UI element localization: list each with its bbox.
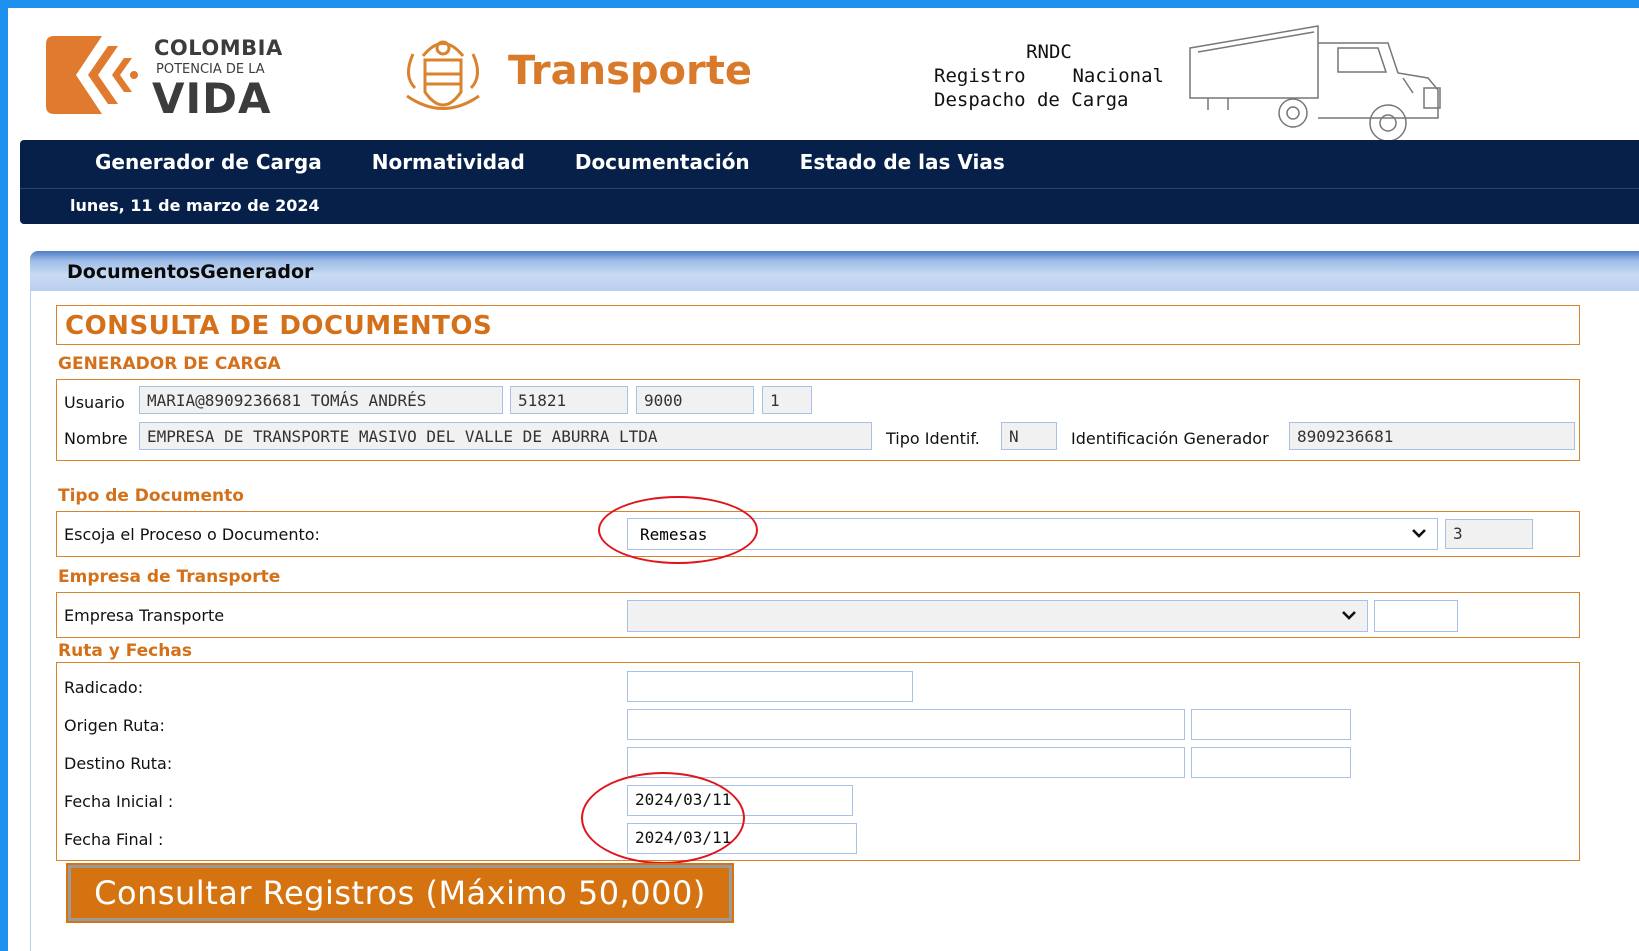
section-generador: GENERADOR DE CARGA (58, 354, 281, 374)
colombia-logo-mark-icon (46, 36, 138, 114)
section-ruta: Ruta y Fechas (58, 641, 192, 661)
nombre-label: Nombre (64, 429, 128, 448)
fecha-inicial-label: Fecha Inicial : (64, 792, 174, 811)
proceso-code-field[interactable]: 3 (1445, 519, 1533, 549)
nav-divider (20, 188, 1639, 189)
nav-item-generador[interactable]: Generador de Carga (95, 150, 322, 174)
logo-text-colombia: COLOMBIA (154, 36, 283, 60)
panel-header: DocumentosGenerador (30, 251, 1639, 291)
empresa-code-field[interactable] (1374, 600, 1458, 632)
proceso-select[interactable]: Remesas (627, 518, 1438, 550)
coat-of-arms-icon (406, 40, 480, 110)
rndc-line2: Registro Nacional (934, 64, 1164, 88)
tipo-documento-box: Escoja el Proceso o Documento: Remesas 3 (56, 511, 1580, 557)
proceso-label: Escoja el Proceso o Documento: (64, 525, 320, 544)
chevron-down-icon (1412, 529, 1426, 538)
consultar-registros-button[interactable]: Consultar Registros (Máximo 50,000) (66, 863, 734, 923)
radicado-label: Radicado: (64, 678, 144, 697)
usuario-label: Usuario (64, 393, 125, 412)
section-empresa: Empresa de Transporte (58, 567, 281, 587)
brand-transporte: Transporte (508, 48, 752, 94)
empresa-select[interactable] (627, 600, 1368, 632)
fecha-final-field[interactable]: 2024/03/11 (627, 823, 857, 854)
identificacion-label: Identificación Generador (1071, 429, 1269, 448)
proceso-selected-value: Remesas (640, 525, 708, 544)
origen-field[interactable] (627, 709, 1185, 740)
empresa-label: Empresa Transporte (64, 606, 225, 625)
nav-item-documentacion[interactable]: Documentación (575, 150, 750, 174)
page-heading: CONSULTA DE DOCUMENTOS (65, 311, 493, 341)
usuario-field-4[interactable]: 1 (762, 386, 812, 414)
origen-code-field[interactable] (1191, 709, 1351, 740)
identificacion-field[interactable]: 8909236681 (1289, 422, 1575, 450)
nav-menu: Generador de Carga Normatividad Document… (95, 150, 1005, 174)
fecha-inicial-field[interactable]: 2024/03/11 (627, 785, 853, 816)
generador-box: Usuario MARIA@8909236681 TOMÁS ANDRÉS 51… (56, 379, 1580, 461)
truck-icon (1189, 25, 1441, 142)
main-nav: Generador de Carga Normatividad Document… (20, 140, 1639, 224)
usuario-field-2[interactable]: 51821 (510, 386, 628, 414)
colombia-logo: COLOMBIA POTENCIA DE LA VIDA (46, 30, 306, 123)
radicado-field[interactable] (627, 671, 913, 702)
empresa-box: Empresa Transporte (56, 592, 1580, 638)
section-tipo-documento: Tipo de Documento (58, 486, 244, 506)
nav-item-normatividad[interactable]: Normatividad (372, 150, 525, 174)
destino-field[interactable] (627, 747, 1185, 778)
rndc-despacho: Despacho de Carga (934, 89, 1129, 111)
rndc-acronym: RNDC (1026, 41, 1072, 63)
origen-label: Origen Ruta: (64, 716, 165, 735)
page: COLOMBIA POTENCIA DE LA VIDA Transporte … (8, 8, 1639, 951)
tipo-identif-field[interactable]: N (1001, 422, 1057, 450)
nombre-field[interactable]: EMPRESA DE TRANSPORTE MASIVO DEL VALLE D… (139, 422, 872, 450)
rndc-title: RNDC Registro Nacional Despacho de Carga (934, 40, 1174, 112)
usuario-field-3[interactable]: 9000 (636, 386, 754, 414)
rndc-registro: Registro (934, 65, 1026, 87)
ruta-box: Radicado: Origen Ruta: Destino Ruta: Fec… (56, 662, 1580, 861)
destino-label: Destino Ruta: (64, 754, 173, 773)
rndc-nacional: Nacional (1072, 65, 1164, 87)
panel-title: DocumentosGenerador (67, 261, 314, 283)
nav-item-estado-vias[interactable]: Estado de las Vias (800, 150, 1005, 174)
fecha-final-label: Fecha Final : (64, 830, 164, 849)
logo-text-vida: VIDA (152, 74, 272, 123)
tipo-identif-label: Tipo Identif. (886, 429, 980, 448)
chevron-down-icon (1342, 611, 1356, 620)
usuario-field[interactable]: MARIA@8909236681 TOMÁS ANDRÉS (139, 386, 503, 414)
current-date: lunes, 11 de marzo de 2024 (70, 196, 320, 215)
destino-code-field[interactable] (1191, 747, 1351, 778)
page-heading-box: CONSULTA DE DOCUMENTOS (56, 305, 1580, 345)
